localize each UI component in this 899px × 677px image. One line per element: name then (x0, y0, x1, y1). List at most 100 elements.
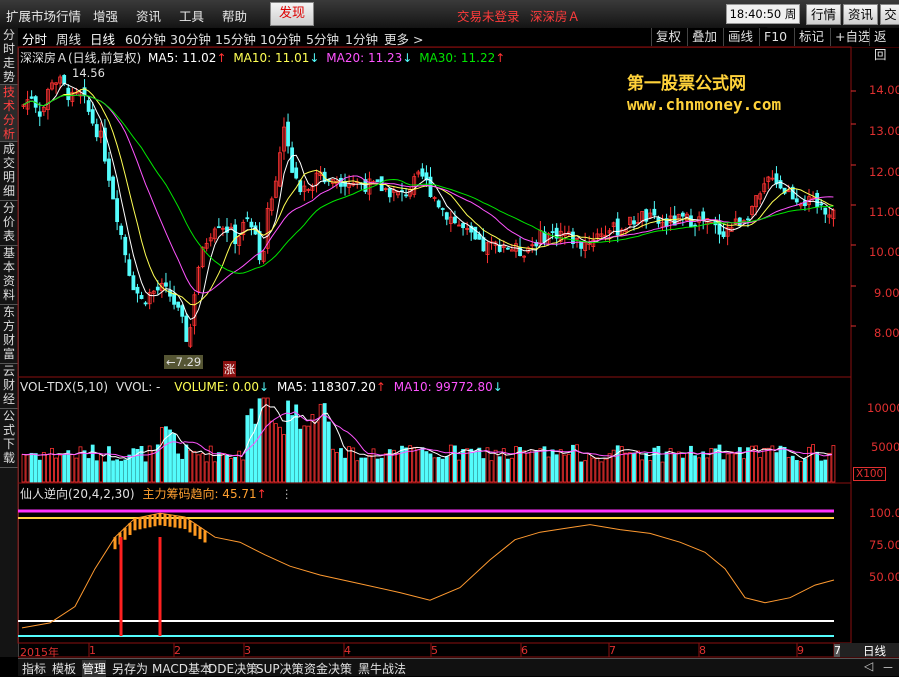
vol-y-tick: 5000 (871, 440, 899, 454)
volume-bar (94, 460, 99, 483)
low-price-value: 7.29 (175, 355, 202, 369)
arrow-down-icon: ↓ (492, 380, 503, 394)
arrow-up-icon: ↑ (216, 51, 227, 65)
tab-macd-basic[interactable]: MACD基本 (152, 660, 212, 677)
ma20-line (23, 94, 834, 294)
volume-bar (131, 448, 136, 483)
volume-bar (827, 452, 832, 483)
volume-bar (25, 454, 30, 483)
volume-bar (794, 460, 799, 483)
ind-y-tick: 50.00 (869, 570, 899, 584)
volume-bar (656, 446, 661, 483)
volume-bar (164, 426, 168, 483)
volume-bar (591, 457, 596, 483)
volume-bar (448, 444, 453, 483)
tab-manage[interactable]: 管理 (82, 660, 107, 677)
volume-bar (330, 448, 335, 483)
date-tick: 2 (174, 644, 181, 657)
tab-fund-decision[interactable]: 资金决策 (304, 660, 352, 677)
candle-body (444, 212, 449, 220)
ind-y-tick: 75.00 (869, 538, 899, 552)
volume-bar (379, 457, 384, 483)
date-tick: 5 (431, 644, 438, 657)
volume-bar (176, 453, 181, 483)
date-tick: 4 (344, 644, 351, 657)
volume-bar (70, 454, 75, 483)
candle-body (127, 259, 132, 276)
volume-bar (489, 460, 494, 483)
volume-bar (347, 446, 352, 483)
high-price-label: 14.56 (72, 66, 105, 80)
volume-bar (188, 450, 193, 483)
volume-bar (180, 458, 185, 483)
candle-body (701, 211, 706, 221)
tab-save-as[interactable]: 另存为 (112, 660, 148, 677)
vol-ma5-value: MA5: 118307.20 (276, 380, 376, 394)
ind-y-tick: 100.0 (869, 506, 899, 520)
vvol-value: VVOL: - (115, 380, 161, 394)
date-tick: 9 (797, 644, 804, 657)
volume-bar (375, 458, 380, 483)
volume-bar (21, 453, 26, 483)
tab-dde-decision[interactable]: DDE决策 (208, 660, 258, 677)
candle-body (245, 217, 250, 220)
volume-bar (103, 461, 107, 483)
volume-bars (21, 397, 836, 483)
minus-icon[interactable]: － (882, 659, 894, 676)
volume-bar (168, 429, 172, 483)
tab-indicators[interactable]: 指标 (22, 660, 46, 677)
volume-bar (119, 460, 124, 483)
volume-bar (725, 453, 730, 483)
ma30-line (23, 94, 834, 274)
volume-bar (493, 449, 498, 483)
vol-unit: X100 (853, 467, 887, 481)
volume-bar (526, 452, 531, 483)
volume-bar (640, 459, 645, 483)
tab-sup-decision[interactable]: SUP决策 (256, 660, 304, 677)
price-info-line: 深深房Ａ(日线,前复权) MA5: 11.02↑ MA10: 11.01↓ MA… (20, 49, 505, 66)
indicator-line (21, 512, 835, 629)
candle-body (233, 224, 238, 245)
volume-bar (583, 460, 588, 483)
candle-body (107, 158, 111, 181)
candle-body (579, 241, 583, 249)
volume-bar (314, 421, 319, 483)
volume-bar (172, 433, 176, 483)
chevron-left-icon[interactable]: ◁ (864, 659, 873, 673)
volume-bar (306, 425, 311, 483)
candle-body (461, 223, 465, 229)
volume-bar (29, 452, 34, 483)
volume-ma5-line (21, 403, 832, 460)
y-tick: 14.00 (869, 83, 899, 97)
volume-bar (436, 456, 441, 483)
volume-bar (595, 457, 600, 483)
volume-bar (440, 458, 445, 483)
volume-bar (278, 426, 282, 483)
volume-bar (233, 456, 238, 483)
candle-body (680, 212, 685, 217)
candle-body (290, 147, 295, 173)
volume-bar (632, 452, 636, 483)
tab-black-bull[interactable]: 黑牛战法 (358, 660, 406, 677)
candle-body (379, 176, 384, 192)
volume-bar (766, 447, 771, 483)
volume-ma10-line (21, 411, 833, 458)
candle-body (90, 109, 95, 124)
volume-bar (383, 453, 388, 483)
candle-body (119, 225, 124, 236)
period-scroll-area[interactable]: 日线 (840, 643, 899, 658)
volume-bar (798, 460, 803, 483)
volume-bar (257, 398, 262, 483)
indicator-info-line: 仙人逆向(20,4,2,30) 主力筹码趋向: 45.71↑ ⋮ (20, 485, 293, 502)
volume-bar (282, 434, 286, 483)
tab-templates[interactable]: 模板 (52, 660, 76, 677)
volume-bar (196, 454, 201, 483)
volume-bar (334, 452, 339, 483)
volume-bar (831, 445, 836, 483)
volume-bar (774, 452, 779, 483)
volume-bar (770, 445, 775, 483)
more-icon[interactable]: ⋮ (281, 487, 293, 501)
volume-bar (746, 447, 750, 483)
volume-bar (62, 453, 67, 483)
candle-body (123, 236, 128, 256)
